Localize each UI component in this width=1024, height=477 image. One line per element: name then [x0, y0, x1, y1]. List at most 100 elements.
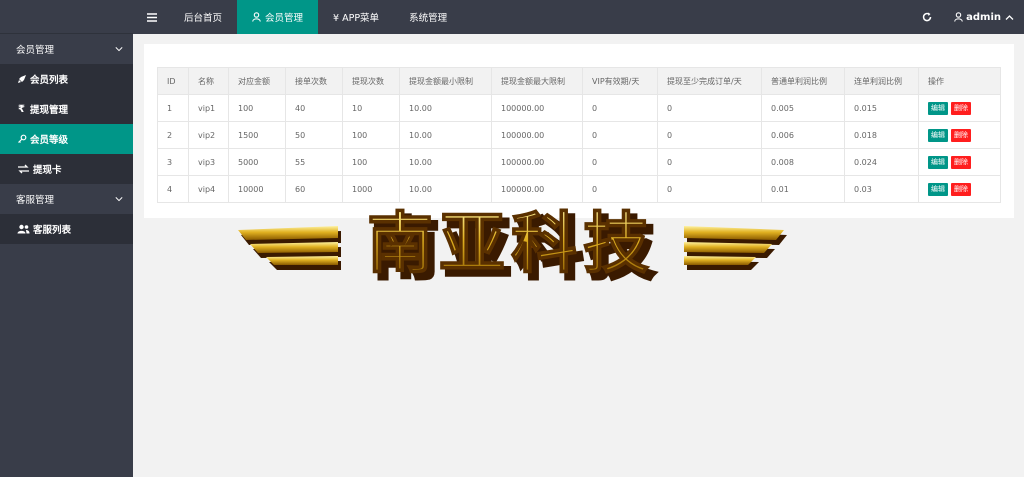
edit-button[interactable]: 编辑 — [928, 155, 948, 169]
edit-button[interactable]: 编辑 — [928, 182, 948, 196]
sidebar-group-label: 会员管理 — [16, 45, 55, 56]
sidebar-item-service-list[interactable]: 客服列表 — [0, 214, 133, 244]
sidebar-brand — [0, 0, 133, 34]
column-header: 接单次数 — [285, 67, 343, 95]
rupee-icon: ₹ — [18, 103, 25, 115]
sidebar-item-withdraw-card[interactable]: 提现卡 — [0, 154, 133, 184]
user-icon — [252, 12, 261, 22]
table-cell: 0 — [657, 121, 762, 149]
user-icon — [954, 12, 963, 22]
table-cell: 4 — [157, 175, 189, 203]
table-cell: vip3 — [188, 148, 229, 176]
sidebar-item-label: 提现卡 — [33, 165, 62, 176]
table-cell: 100000.00 — [491, 148, 583, 176]
sidebar-item-label: 提现管理 — [30, 105, 69, 116]
exchange-icon — [16, 164, 30, 175]
top-nav-label: 系统管理 — [409, 13, 448, 24]
table-cell: 2 — [157, 121, 189, 149]
top-nav-member[interactable]: 会员管理 — [237, 0, 319, 34]
table-cell: 1500 — [228, 121, 286, 149]
chevron-down-icon — [115, 197, 123, 202]
table-cell: 100000.00 — [491, 94, 583, 122]
table-cell: 0.015 — [844, 94, 919, 122]
table-cell: 0 — [582, 94, 658, 122]
column-header: VIP有效期/天 — [582, 67, 658, 95]
table-cell: 0.024 — [844, 148, 919, 176]
brand-watermark-logo: 南亚科技 南亚科技 — [238, 204, 787, 284]
top-nav-app-menu[interactable]: ¥ APP菜单 — [318, 0, 394, 34]
edit-button[interactable]: 编辑 — [928, 101, 948, 115]
actions-cell: 编辑 删除 — [918, 121, 1001, 149]
top-nav-home[interactable]: 后台首页 — [169, 0, 237, 34]
sidebar-item-label: 会员列表 — [30, 75, 69, 86]
sidebar-item-member-level[interactable]: 会员等级 — [0, 124, 133, 154]
table-header-row: ID 名称 对应金额 接单次数 提现次数 提现金额最小限制 提现金额最大限制 V… — [157, 67, 1001, 95]
table-cell: 0.008 — [761, 148, 845, 176]
column-header: ID — [157, 67, 189, 95]
table-cell: 100 — [342, 121, 400, 149]
actions-cell: 编辑 删除 — [918, 148, 1001, 176]
right-wing-icon — [684, 226, 787, 270]
users-icon — [16, 224, 30, 235]
left-wing-icon — [238, 226, 341, 270]
user-menu[interactable]: admin — [942, 12, 1024, 23]
sidebar-item-withdraw[interactable]: ₹ 提现管理 — [0, 94, 133, 124]
table-row: 1 vip1 100 40 10 10.00 100000.00 0 0 0.0… — [157, 94, 1001, 122]
actions-cell: 编辑 删除 — [918, 94, 1001, 122]
table-cell: 10.00 — [399, 121, 492, 149]
table-cell: 55 — [285, 148, 343, 176]
table-cell: 0.03 — [844, 175, 919, 203]
delete-button[interactable]: 删除 — [951, 128, 971, 142]
table-cell: 5000 — [228, 148, 286, 176]
table-cell: 100000.00 — [491, 121, 583, 149]
column-header: 提现次数 — [342, 67, 400, 95]
member-level-table: ID 名称 对应金额 接单次数 提现次数 提现金额最小限制 提现金额最大限制 V… — [157, 67, 1001, 203]
top-nav-system[interactable]: 系统管理 — [394, 0, 462, 34]
table-cell: 40 — [285, 94, 343, 122]
member-level-card: ID 名称 对应金额 接单次数 提现次数 提现金额最小限制 提现金额最大限制 V… — [144, 44, 1014, 218]
table-cell: 10 — [342, 94, 400, 122]
sidebar-group-label: 客服管理 — [16, 195, 55, 206]
top-nav-label: 后台首页 — [184, 13, 223, 24]
menu-toggle-button[interactable] — [133, 0, 169, 34]
table-cell: 0 — [582, 121, 658, 149]
watermark-text: 南亚科技 — [367, 205, 655, 282]
sidebar-item-label: 会员等级 — [30, 135, 69, 146]
table-cell: 1 — [157, 94, 189, 122]
delete-button[interactable]: 删除 — [951, 101, 971, 115]
table-cell: 0 — [657, 148, 762, 176]
rocket-icon — [16, 74, 27, 85]
sidebar-group-service[interactable]: 客服管理 — [0, 184, 133, 214]
column-header: 普通单利润比例 — [761, 67, 845, 95]
edit-button[interactable]: 编辑 — [928, 128, 948, 142]
table-cell: 0.005 — [761, 94, 845, 122]
table-cell: 0 — [582, 148, 658, 176]
chevron-up-icon — [1005, 14, 1014, 20]
key-icon — [16, 134, 27, 145]
column-header: 提现至少完成订单/天 — [657, 67, 762, 95]
delete-button[interactable]: 删除 — [951, 155, 971, 169]
sidebar-item-label: 客服列表 — [33, 225, 72, 236]
sidebar-group-member[interactable]: 会员管理 — [0, 34, 133, 64]
table-cell: 0.018 — [844, 121, 919, 149]
table-cell: 10.00 — [399, 94, 492, 122]
table-cell: 10.00 — [399, 148, 492, 176]
table-cell: 100 — [342, 148, 400, 176]
table-cell: 50 — [285, 121, 343, 149]
table-row: 2 vip2 1500 50 100 10.00 100000.00 0 0 0… — [157, 121, 1001, 149]
actions-cell: 编辑 删除 — [918, 175, 1001, 203]
column-header: 连单利润比例 — [844, 67, 919, 95]
username: admin — [966, 11, 1001, 23]
top-nav-label: 会员管理 — [265, 13, 304, 24]
hamburger-icon — [147, 12, 157, 22]
column-header: 提现金额最小限制 — [399, 67, 492, 95]
sidebar-item-member-list[interactable]: 会员列表 — [0, 64, 133, 94]
delete-button[interactable]: 删除 — [951, 182, 971, 196]
sidebar: 会员管理 会员列表 ₹ 提现管理 会员等级 提现卡 客服管理 客服列表 — [0, 0, 133, 477]
column-header: 对应金额 — [228, 67, 286, 95]
table-cell: 0 — [657, 94, 762, 122]
chevron-down-icon — [115, 47, 123, 52]
refresh-button[interactable] — [912, 12, 942, 22]
top-navbar: 后台首页 会员管理 ¥ APP菜单 系统管理 admin — [133, 0, 1024, 34]
column-header: 操作 — [918, 67, 1001, 95]
